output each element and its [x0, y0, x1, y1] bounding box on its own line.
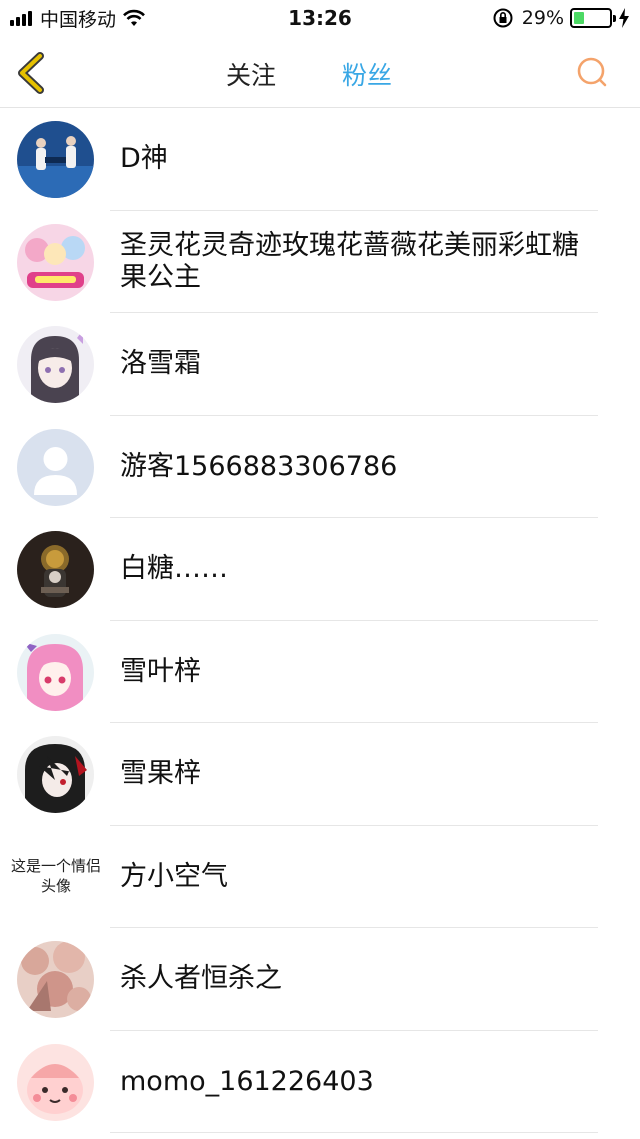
avatar[interactable]: [17, 633, 94, 711]
list-item[interactable]: 雪果梓: [0, 723, 640, 826]
rotation-lock-icon: [493, 8, 513, 28]
fan-name: 游客1566883306786: [120, 450, 398, 482]
avatar-text[interactable]: 这是一个情侣头像: [10, 856, 102, 896]
search-icon[interactable]: [576, 56, 608, 88]
fan-name: 洛雪霜: [120, 348, 201, 380]
tab-following[interactable]: 关注: [226, 56, 276, 92]
fan-name: 圣灵花灵奇迹玫瑰花蔷薇花美丽彩虹糖果公主: [120, 229, 579, 293]
list-item[interactable]: 圣灵花灵奇迹玫瑰花蔷薇花美丽彩虹糖果公主: [0, 211, 640, 313]
avatar[interactable]: [17, 736, 94, 813]
battery-level: [574, 12, 584, 24]
fan-name: 方小空气: [120, 860, 228, 892]
charging-icon: [619, 8, 629, 28]
battery-icon: [570, 8, 616, 28]
avatar[interactable]: [17, 326, 94, 403]
status-bar: 中国移动 13:26 29%: [0, 0, 640, 36]
avatar[interactable]: [17, 941, 94, 1018]
nav-bar: 关注 粉丝: [0, 36, 640, 108]
avatar[interactable]: [17, 531, 94, 608]
battery-percent: 29%: [521, 7, 564, 29]
list-item[interactable]: 杀人者恒杀之: [0, 928, 640, 1031]
fan-name: D神: [120, 143, 168, 175]
avatar[interactable]: [17, 1043, 94, 1121]
fan-name: 雪叶梓: [120, 655, 201, 687]
divider: [110, 1132, 598, 1133]
list-item[interactable]: 白糖……: [0, 518, 640, 621]
avatar[interactable]: [17, 121, 94, 198]
avatar[interactable]: [17, 223, 94, 301]
fan-name: 雪果梓: [120, 758, 201, 790]
list-item[interactable]: 游客1566883306786: [0, 416, 640, 518]
list-item[interactable]: 这是一个情侣头像 方小空气: [0, 826, 640, 928]
list-item[interactable]: 洛雪霜: [0, 313, 640, 416]
list-item[interactable]: momo_161226403: [0, 1031, 640, 1133]
fan-name: momo_161226403: [120, 1065, 374, 1097]
tab-bar: 关注 粉丝: [0, 36, 640, 108]
status-right: 29%: [492, 7, 630, 29]
fan-name: 白糖……: [120, 553, 228, 585]
list-item[interactable]: D神: [0, 108, 640, 211]
fans-list: D神 圣灵花灵奇迹玫瑰花蔷薇花美丽彩虹糖果公主 洛雪霜 游客1566883306…: [0, 108, 640, 1133]
fan-name: 杀人者恒杀之: [120, 963, 282, 995]
default-user-icon[interactable]: [17, 428, 94, 506]
tab-fans[interactable]: 粉丝: [342, 56, 392, 92]
list-item[interactable]: 雪叶梓: [0, 621, 640, 723]
